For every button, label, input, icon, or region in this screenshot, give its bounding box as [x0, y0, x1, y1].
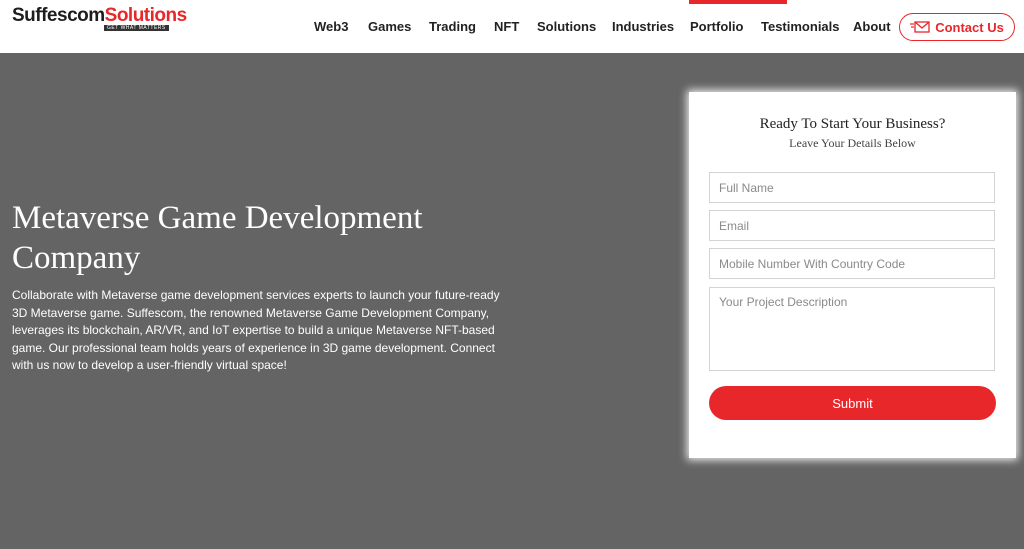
nav-nft[interactable]: NFT	[494, 19, 519, 34]
nav-trading[interactable]: Trading	[429, 19, 476, 34]
logo-tagline: GET WHAT MATTERS	[104, 25, 169, 31]
submit-button[interactable]: Submit	[709, 386, 996, 420]
logo-part-2: Solutions	[104, 5, 188, 26]
contact-us-button[interactable]: Contact Us	[899, 13, 1015, 41]
nav-about[interactable]: About	[853, 19, 891, 34]
nav-active-indicator	[689, 0, 787, 4]
lead-form: Ready To Start Your Business? Leave Your…	[689, 92, 1016, 458]
form-subtitle: Leave Your Details Below	[789, 136, 916, 150]
site-header: SuffescomSolutions GET WHAT MATTERS Web3…	[0, 0, 1024, 53]
nav-testimonials[interactable]: Testimonials	[761, 19, 840, 34]
contact-us-label: Contact Us	[935, 19, 1004, 35]
hero-title: Metaverse Game Development Company	[12, 200, 423, 276]
logo-text: SuffescomSolutions	[12, 5, 187, 27]
hero-description: Collaborate with Metaverse game developm…	[12, 288, 500, 372]
envelope-icon	[910, 21, 930, 33]
nav-portfolio[interactable]: Portfolio	[690, 19, 743, 34]
nav-games[interactable]: Games	[368, 19, 411, 34]
mobile-number-field[interactable]	[709, 248, 995, 279]
form-title: Ready To Start Your Business?	[759, 116, 946, 132]
nav-industries[interactable]: Industries	[612, 19, 674, 34]
company-logo[interactable]: SuffescomSolutions GET WHAT MATTERS	[12, 5, 187, 35]
full-name-field[interactable]	[709, 172, 995, 203]
logo-part-1: Suffescom	[12, 5, 105, 26]
nav-web3[interactable]: Web3	[314, 19, 348, 34]
project-description-field[interactable]	[709, 287, 995, 371]
email-field[interactable]	[709, 210, 995, 241]
nav-solutions[interactable]: Solutions	[537, 19, 596, 34]
